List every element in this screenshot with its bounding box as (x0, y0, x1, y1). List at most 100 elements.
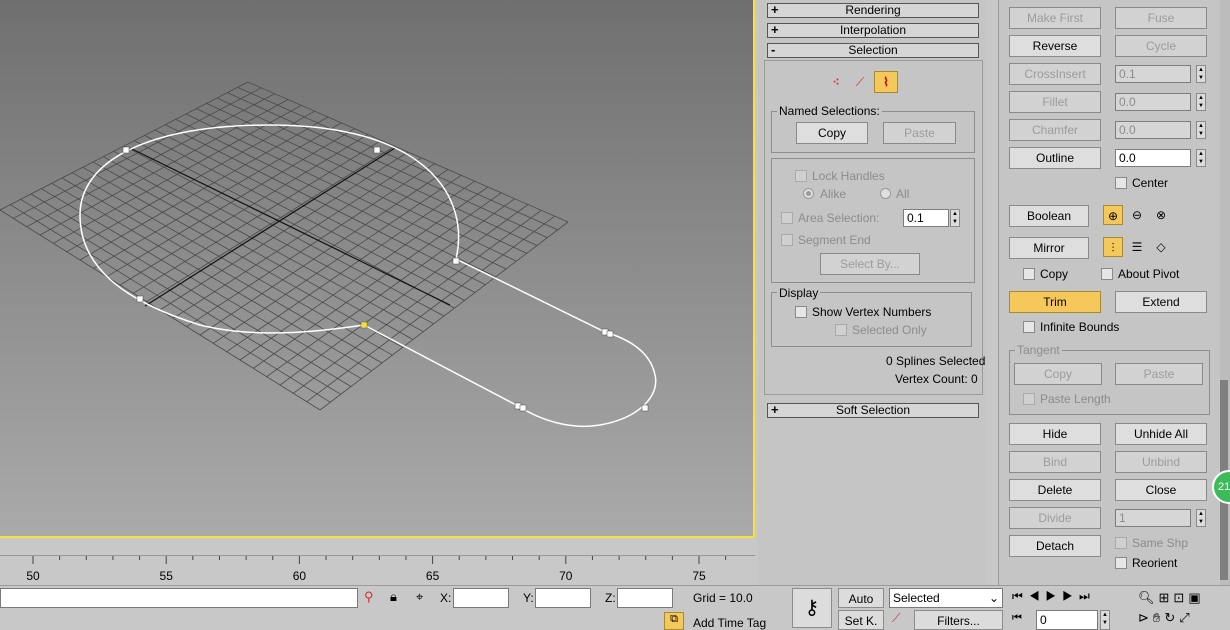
current-frame-field[interactable]: 0 (1036, 610, 1098, 630)
boolean-union-icon[interactable]: ⊕ (1103, 205, 1123, 225)
tangent-paste-button[interactable]: Paste (1115, 363, 1203, 385)
playback-controls[interactable]: ⏮◀▶▶⏭ (1012, 589, 1132, 607)
fillet-button[interactable]: Fillet (1009, 91, 1101, 113)
auto-key-button[interactable]: Auto (838, 588, 884, 608)
add-time-tag[interactable]: Add Time Tag (693, 616, 766, 630)
rollout-soft-selection[interactable]: + Soft Selection (767, 403, 979, 418)
maximize-viewport-icon[interactable]: ⤢ (1179, 610, 1193, 625)
unhide-all-button[interactable]: Unhide All (1115, 423, 1207, 445)
zoom-icon[interactable]: 🔍︎ (1138, 590, 1159, 605)
chamfer-input[interactable]: 0.0 (1115, 121, 1191, 139)
go-to-end-icon[interactable]: ⏭ (1079, 589, 1096, 603)
make-first-button[interactable]: Make First (1009, 7, 1101, 29)
mirror-both-icon[interactable]: ◇ (1151, 237, 1171, 257)
x-coordinate-field[interactable] (453, 588, 509, 608)
viewport-navigation-controls[interactable]: 🔍︎⊞⊡▣ ⊳✋︎↻⤢ (1138, 588, 1228, 630)
previous-frame-icon[interactable]: ◀ (1029, 589, 1046, 603)
spline-level-icon[interactable]: ⌇ (874, 71, 898, 93)
time-tag-icon[interactable]: ⧉ (664, 612, 684, 630)
delete-button[interactable]: Delete (1009, 479, 1101, 501)
selected-only-checkbox[interactable] (835, 324, 847, 336)
pan-icon[interactable]: ✋︎ (1153, 610, 1164, 625)
z-coordinate-field[interactable] (617, 588, 673, 608)
fuse-button[interactable]: Fuse (1115, 7, 1207, 29)
filters-button[interactable]: Filters... (914, 610, 1003, 630)
crossinsert-input[interactable]: 0.1 (1115, 65, 1191, 83)
named-paste-button[interactable]: Paste (883, 122, 956, 144)
splines-selected-status: 0 Splines Selected (886, 354, 986, 368)
paste-length-checkbox[interactable] (1023, 393, 1035, 405)
key-mode-toggle-icon[interactable]: ⏮ (1012, 612, 1030, 630)
fillet-input[interactable]: 0.0 (1115, 93, 1191, 111)
set-key-button[interactable]: Set K. (838, 610, 884, 630)
isolate-selection-icon[interactable]: ⚲ (364, 589, 380, 607)
key-filter-select[interactable]: Selected ⌄ (889, 588, 1003, 608)
lock-handles-checkbox[interactable] (795, 170, 807, 182)
alike-radio[interactable] (803, 188, 814, 199)
outline-spinner[interactable]: ▲ ▼ (1196, 149, 1206, 167)
named-copy-button[interactable]: Copy (796, 122, 868, 144)
divide-input[interactable]: 1 (1115, 509, 1191, 527)
cycle-button[interactable]: Cycle (1115, 35, 1207, 57)
show-vertex-numbers-checkbox[interactable] (795, 306, 807, 318)
mirror-horizontal-icon[interactable]: ⫶ (1103, 237, 1123, 257)
segment-level-icon[interactable]: ⟋ (850, 72, 870, 92)
detach-button[interactable]: Detach (1009, 535, 1101, 557)
mirror-vertical-icon[interactable]: ☰ (1127, 237, 1147, 257)
area-selection-input[interactable]: 0.1 (903, 209, 949, 227)
y-coordinate-field[interactable] (535, 588, 591, 608)
field-of-view-icon[interactable]: ⊳ (1138, 610, 1153, 625)
zoom-extents-all-icon[interactable]: ▣ (1188, 590, 1204, 605)
orbit-icon[interactable]: ↻ (1164, 610, 1179, 625)
perspective-viewport[interactable] (0, 0, 755, 538)
zoom-extents-icon[interactable]: ⊡ (1173, 590, 1188, 605)
mirror-copy-checkbox[interactable] (1023, 268, 1035, 280)
close-button[interactable]: Close (1115, 479, 1207, 501)
key-icon[interactable]: ⚷ (792, 588, 832, 628)
absolute-mode-icon[interactable]: ⌖ (416, 589, 434, 607)
fillet-spinner[interactable]: ▲ ▼ (1196, 93, 1206, 111)
chamfer-spinner[interactable]: ▲ ▼ (1196, 121, 1206, 139)
trim-button[interactable]: Trim (1009, 291, 1101, 313)
center-checkbox[interactable] (1115, 177, 1127, 189)
crossinsert-button[interactable]: CrossInsert (1009, 63, 1101, 85)
infinite-bounds-checkbox[interactable] (1023, 321, 1035, 333)
hide-button[interactable]: Hide (1009, 423, 1101, 445)
same-shp-checkbox[interactable] (1115, 537, 1127, 549)
boolean-subtract-icon[interactable]: ⊖ (1127, 205, 1147, 225)
area-selection-checkbox[interactable] (781, 212, 793, 224)
next-frame-icon[interactable]: ▶ (1062, 589, 1079, 603)
rollout-interpolation[interactable]: + Interpolation (767, 23, 979, 38)
divide-spinner[interactable]: ▲ ▼ (1196, 509, 1206, 527)
timeline-ruler[interactable]: 50556065707580859095100 (0, 555, 755, 585)
key-mode-icon[interactable]: ⟋ (892, 611, 910, 629)
outline-button[interactable]: Outline (1009, 147, 1101, 169)
divide-button[interactable]: Divide (1009, 507, 1101, 529)
select-by-button[interactable]: Select By... (820, 253, 920, 275)
chamfer-button[interactable]: Chamfer (1009, 119, 1101, 141)
outline-input[interactable]: 0.0 (1115, 149, 1191, 167)
go-to-start-icon[interactable]: ⏮ (1012, 589, 1029, 603)
boolean-button[interactable]: Boolean (1009, 205, 1089, 227)
boolean-intersect-icon[interactable]: ⊗ (1151, 205, 1171, 225)
area-selection-spinner[interactable]: ▲ ▼ (950, 209, 960, 227)
zoom-all-icon[interactable]: ⊞ (1159, 590, 1174, 605)
vertex-level-icon[interactable]: ⁖ (826, 72, 846, 92)
play-icon[interactable]: ▶ (1046, 589, 1063, 603)
rollout-selection[interactable]: - Selection (767, 43, 979, 58)
bind-button[interactable]: Bind (1009, 451, 1101, 473)
viewport-scene[interactable] (0, 0, 755, 538)
crossinsert-spinner[interactable]: ▲ ▼ (1196, 65, 1206, 83)
unbind-button[interactable]: Unbind (1115, 451, 1207, 473)
rollout-rendering[interactable]: + Rendering (767, 3, 979, 18)
extend-button[interactable]: Extend (1115, 291, 1207, 313)
reorient-checkbox[interactable] (1115, 557, 1127, 569)
reverse-button[interactable]: Reverse (1009, 35, 1101, 57)
segment-end-checkbox[interactable] (781, 234, 793, 246)
mirror-button[interactable]: Mirror (1009, 237, 1089, 259)
lock-selection-icon[interactable]: 🔒︎ (390, 589, 406, 607)
tangent-copy-button[interactable]: Copy (1014, 363, 1102, 385)
frame-spinner[interactable]: ▲ ▼ (1100, 610, 1110, 630)
all-radio[interactable] (880, 188, 891, 199)
about-pivot-checkbox[interactable] (1101, 268, 1113, 280)
